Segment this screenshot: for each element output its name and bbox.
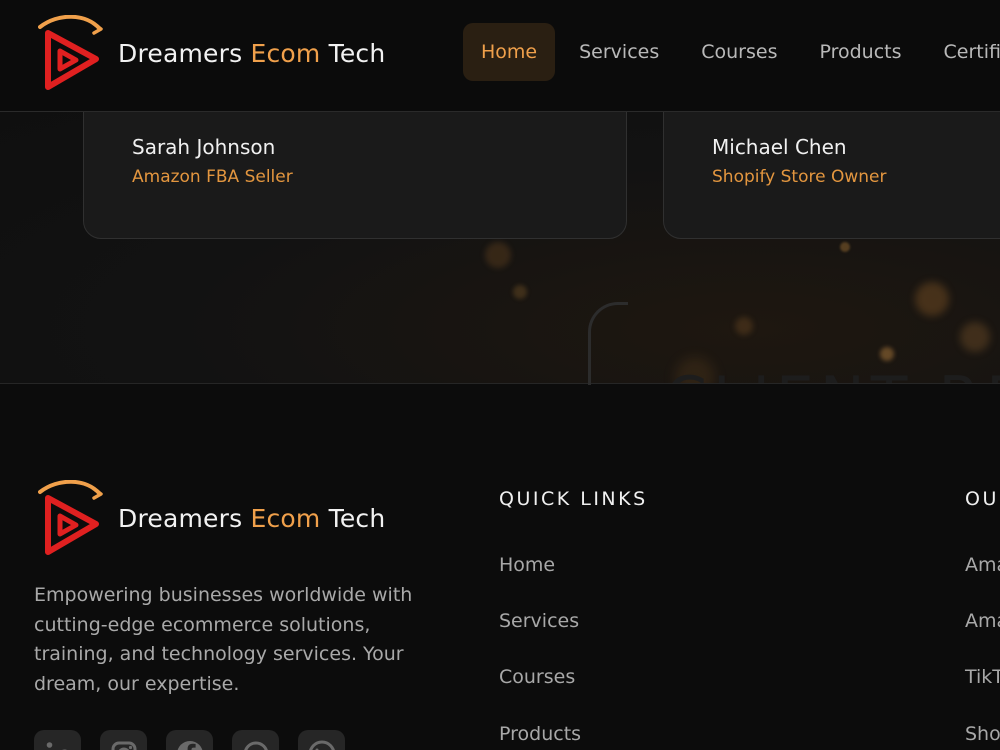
brand-name-accent: Ecom [250,503,321,533]
testimonial-role: Shopify Store Owner [712,167,887,187]
footer-service-link[interactable]: Sho [965,723,1000,745]
testimonial-name: Sarah Johnson [132,135,276,159]
bokeh-light [915,282,949,316]
play-logo-icon [38,480,103,555]
testimonial-name: Michael Chen [712,135,847,159]
play-logo-icon [38,15,103,90]
footer-link-products[interactable]: Products [499,723,581,745]
main-nav: Home Services Courses Products Certifi [463,23,1000,81]
quick-links-title: QUICK LINKS [499,488,648,510]
site-header: Dreamers Ecom Tech Home Services Courses… [0,0,1000,112]
bokeh-light [485,242,511,268]
footer-service-link[interactable]: Ama [965,610,1000,632]
footer-link-courses[interactable]: Courses [499,666,575,688]
nav-courses[interactable]: Courses [683,23,795,81]
instagram-icon[interactable] [100,730,147,750]
footer-description: Empowering businesses worldwide with cut… [34,584,413,695]
nav-home[interactable]: Home [463,23,556,81]
brand-name-part1: Dreamers [118,38,251,68]
footer-link-services[interactable]: Services [499,610,579,632]
quote-mark-icon [588,302,628,392]
brand-name-accent: Ecom [250,38,321,68]
testimonial-card: Michael Chen Shopify Store Owner [663,112,1000,239]
bokeh-light [513,285,527,299]
footer-brand-name: Dreamers Ecom Tech [118,504,385,533]
footer-service-link[interactable]: Ama [965,554,1000,576]
brand-name: Dreamers Ecom Tech [118,39,385,68]
header-logo[interactable]: Dreamers Ecom Tech [38,15,385,91]
brand-name-part3: Tech [320,38,386,68]
facebook-icon[interactable] [166,730,213,750]
footer-logo[interactable]: Dreamers Ecom Tech [38,480,385,556]
bokeh-light [880,347,894,361]
brand-name-part1: Dreamers [118,503,251,533]
bokeh-light [735,317,753,335]
nav-certifications[interactable]: Certifi [926,23,1000,81]
bokeh-light [960,322,990,352]
whatsapp-icon[interactable] [232,730,279,750]
testimonials-section: Sarah Johnson Amazon FBA Seller Michael … [0,112,1000,384]
testimonial-role: Amazon FBA Seller [132,167,293,187]
social-links [34,730,364,750]
linkedin-icon[interactable] [34,730,81,750]
section-watermark: CLIENT RE [665,364,1000,383]
site-footer: Dreamers Ecom Tech Empowering businesses… [0,385,1000,750]
brand-name-part3: Tech [320,503,386,533]
testimonial-card: Sarah Johnson Amazon FBA Seller [83,112,627,239]
nav-products[interactable]: Products [801,23,919,81]
bokeh-light [840,242,850,252]
nav-services[interactable]: Services [561,23,677,81]
footer-link-home[interactable]: Home [499,554,555,576]
whatsapp-outline-icon[interactable] [298,730,345,750]
our-services-title: OU [965,488,999,510]
footer-service-link[interactable]: TikT [965,666,1000,688]
